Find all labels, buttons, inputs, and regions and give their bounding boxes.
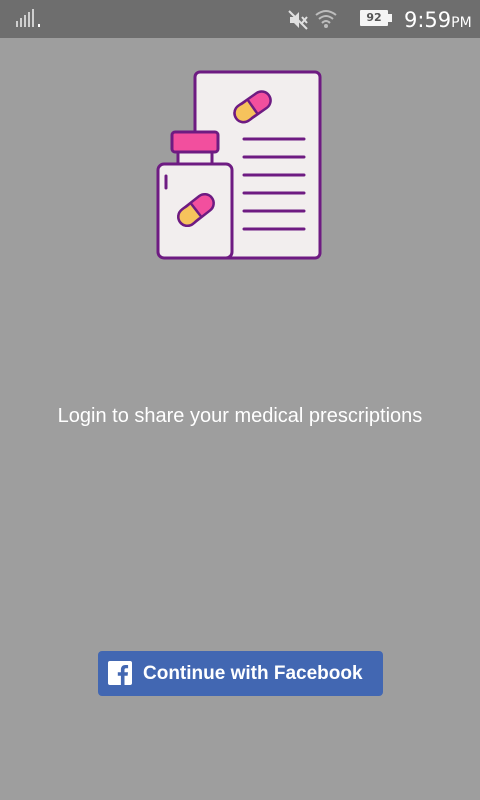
clock-ampm: PM <box>451 15 472 31</box>
wifi-icon <box>315 10 337 28</box>
facebook-button-label: Continue with Facebook <box>143 663 363 684</box>
mute-icon <box>288 10 308 30</box>
prescription-pills-icon <box>156 70 322 260</box>
battery-level: 92 <box>360 10 388 26</box>
continue-with-facebook-button[interactable]: Continue with Facebook <box>98 651 383 696</box>
status-bar: 92 9:59PM <box>0 0 480 38</box>
battery-icon: 92 <box>360 10 392 26</box>
login-message: Login to share your medical prescription… <box>57 405 423 427</box>
status-clock: 9:59PM <box>404 5 472 35</box>
signal-icon <box>16 9 40 27</box>
facebook-icon <box>108 661 132 685</box>
battery-tip <box>388 14 392 22</box>
clock-time: 9:59 <box>404 8 452 32</box>
